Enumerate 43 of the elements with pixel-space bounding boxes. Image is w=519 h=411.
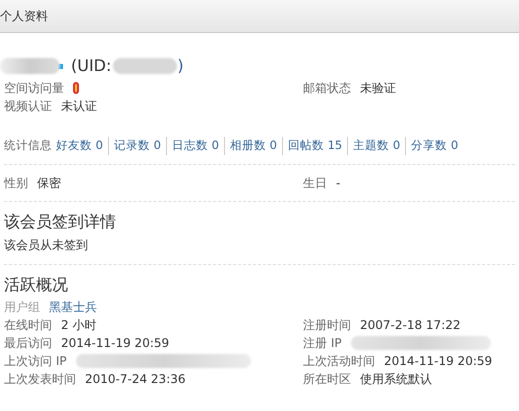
stat-link[interactable]: 日志数 0 [166,137,219,155]
field-value: 2014-11-19 20:59 [61,335,170,352]
field-label: 注册 IP [303,335,342,352]
field-label: 所在时区 [303,371,351,388]
field-label: 空间访问量 [4,80,64,97]
field-value: - [336,175,340,192]
field-value: 2014-11-19 20:59 [384,353,492,370]
blurred-redaction [113,58,178,74]
stat-link[interactable]: 主题数 0 [347,137,400,155]
field-label: 生日 [303,175,327,192]
stats-label: 统计信息 [4,137,52,154]
online-icon [58,64,63,68]
uid-prefix: (UID: [71,55,112,77]
field-label: 性别 [4,175,28,192]
field-label: 邮箱状态 [303,80,351,97]
field-label: 注册时间 [303,317,351,334]
field-value: 2010-7-24 23:36 [85,371,186,388]
signin-text: 该会员从未签到 [4,237,89,254]
field-label: 最后访问 [4,335,52,352]
field-value: 保密 [37,175,61,192]
visit-count-icon [73,82,79,94]
field-label: 视频认证 [4,98,52,115]
stat-link[interactable]: 好友数 0 [56,137,103,155]
field-value: 使用系统默认 [360,371,432,388]
field-label: 上次访问 IP [4,353,67,370]
field-value: 2007-2-18 17:22 [360,317,460,334]
stat-link[interactable]: 相册数 0 [224,137,277,155]
field-value: 未认证 [61,98,97,115]
user-group-link[interactable]: 黑基士兵 [49,298,97,316]
field-label: 上次活动时间 [303,353,375,370]
field-value: 未验证 [360,80,396,97]
field-label: 用户组 [4,299,40,316]
field-label: 在线时间 [4,317,52,334]
stat-link[interactable]: 回帖数 15 [282,137,342,155]
field-label: 上次发表时间 [4,371,76,388]
stat-link[interactable]: 分享数 0 [405,137,458,155]
stat-link[interactable]: 记录数 0 [108,137,161,155]
field-value: 2 小时 [61,317,96,334]
section-heading: 该会员签到详情 [4,211,117,233]
uid-suffix: ) [177,55,184,77]
blurred-redaction [0,58,60,74]
section-heading: 活跃概况 [4,274,69,296]
header-title: 个人资料 [0,8,48,25]
